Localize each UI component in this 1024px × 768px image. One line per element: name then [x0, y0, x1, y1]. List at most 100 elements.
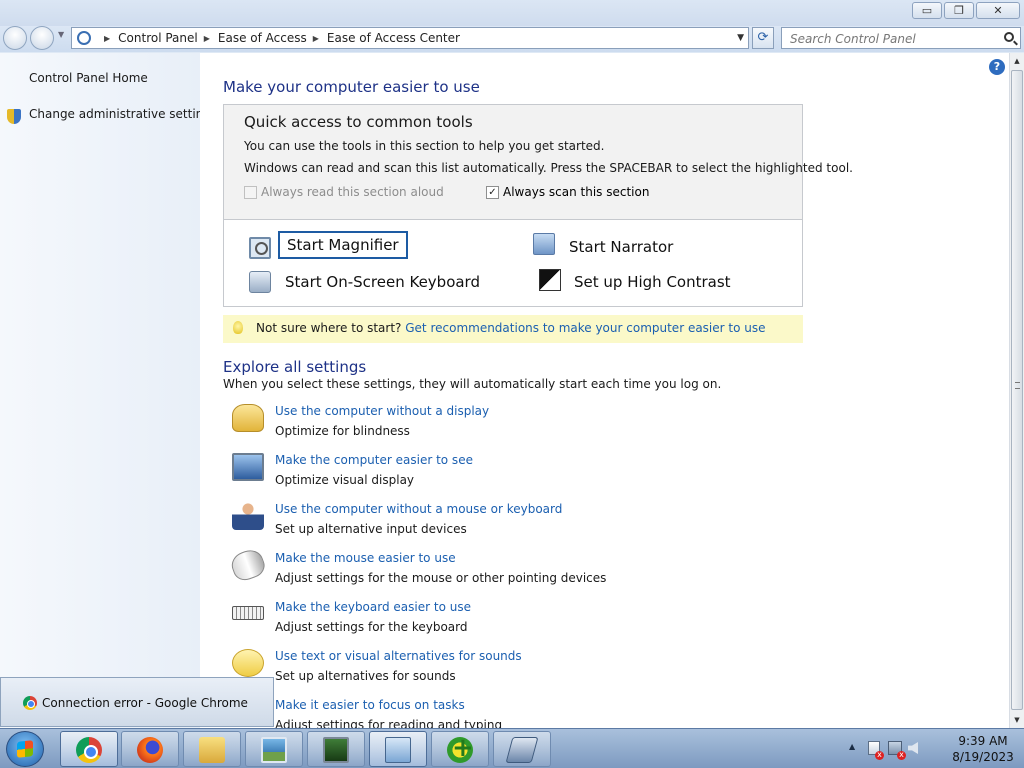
start-magnifier-button[interactable]: Start Magnifier — [278, 231, 408, 259]
setting-item: Use the computer without a mouse or keyb… — [232, 502, 752, 542]
speech-bubble-icon — [232, 649, 264, 677]
quick-access-panel: Quick access to common tools You can use… — [223, 104, 853, 307]
refresh-button[interactable]: ⟳ — [752, 27, 774, 49]
setting-description: Adjust settings for the mouse or other p… — [275, 571, 607, 585]
system-tray: ▲ 9:39 AM 8/19/2023 — [834, 729, 1024, 768]
minimize-button[interactable]: ▭ — [912, 2, 942, 19]
volume-icon[interactable] — [908, 742, 918, 754]
close-button[interactable]: ✕ — [976, 2, 1020, 19]
read-aloud-check-box[interactable] — [244, 185, 257, 199]
setting-link[interactable]: Make the mouse easier to use — [275, 551, 456, 565]
firefox-icon — [137, 737, 163, 763]
search-icon[interactable] — [1004, 32, 1014, 42]
change-admin-settings-link[interactable]: Change administrative settings — [29, 107, 217, 121]
breadcrumb-control-panel[interactable]: Control Panel — [118, 31, 198, 45]
setting-item: Make the keyboard easier to use Adjust s… — [232, 600, 752, 640]
recommendation-text: Not sure where to start? Get recommendat… — [256, 321, 766, 335]
clock[interactable]: 9:39 AM 8/19/2023 — [950, 733, 1016, 765]
taskbar-drive-app-button[interactable] — [493, 731, 551, 767]
breadcrumb-ease-of-access-center[interactable]: Ease of Access Center — [327, 31, 460, 45]
taskbar-thumbnail-popup[interactable]: Connection error - Google Chrome — [0, 677, 274, 727]
display-icon — [232, 404, 264, 432]
action-center-flag-icon[interactable] — [868, 741, 884, 760]
read-aloud-checkbox[interactable]: Always read this section aloud — [244, 185, 444, 199]
explore-settings-description: When you select these settings, they wil… — [223, 377, 722, 391]
read-aloud-label: Always read this section aloud — [261, 185, 444, 199]
search-input[interactable] — [782, 29, 982, 49]
start-button[interactable] — [6, 731, 44, 767]
window-controls: ▭ ❐ ✕ — [912, 2, 1020, 19]
control-panel-home-link[interactable]: Control Panel Home — [29, 71, 148, 85]
address-dropdown-icon[interactable]: ▼ — [737, 33, 744, 43]
lightbulb-icon — [233, 321, 243, 334]
setting-link[interactable]: Make the computer easier to see — [275, 453, 473, 467]
page-title: Make your computer easier to use — [223, 78, 480, 96]
clock-date: 8/19/2023 — [952, 750, 1014, 764]
breadcrumb-separator[interactable]: ▶ — [104, 34, 110, 43]
setting-link[interactable]: Make it easier to focus on tasks — [275, 698, 465, 712]
setting-description: Adjust settings for the keyboard — [275, 620, 468, 634]
popup-window-title[interactable]: Connection error - Google Chrome — [42, 696, 248, 710]
uac-shield-icon — [7, 109, 21, 124]
setting-item: Use the computer without a display Optim… — [232, 404, 752, 444]
network-icon[interactable] — [888, 741, 906, 760]
mouse-icon — [228, 546, 268, 584]
breadcrumb-separator[interactable]: ▶ — [204, 34, 210, 43]
photo-icon — [261, 737, 287, 763]
back-button[interactable] — [3, 26, 27, 50]
taskbar-firefox-button[interactable] — [121, 731, 179, 767]
quick-access-title: Quick access to common tools — [244, 113, 473, 131]
start-narrator-button[interactable]: Start Narrator — [569, 238, 673, 256]
magnifier-icon — [249, 237, 271, 259]
address-bar[interactable]: ▶ Control Panel ▶ Ease of Access ▶ Ease … — [71, 27, 749, 49]
breadcrumb-ease-of-access[interactable]: Ease of Access — [218, 31, 307, 45]
taskbar-system-monitor-button[interactable] — [307, 731, 365, 767]
vertical-scrollbar[interactable]: ▲ ▼ — [1009, 53, 1024, 728]
setting-item: Make it easier to focus on tasks Adjust … — [232, 698, 752, 728]
scan-section-checkbox[interactable]: ✓ Always scan this section — [486, 185, 649, 199]
scroll-grip — [1015, 382, 1020, 389]
control-panel-icon — [77, 31, 91, 45]
chrome-icon — [23, 696, 37, 710]
quick-access-header: Quick access to common tools You can use… — [224, 105, 853, 220]
recommendation-bar: Not sure where to start? Get recommendat… — [223, 315, 803, 343]
setting-link[interactable]: Use the computer without a mouse or keyb… — [275, 502, 562, 516]
breadcrumb: ▶ Control Panel ▶ Ease of Access ▶ Ease … — [98, 31, 460, 45]
setting-description: Optimize for blindness — [275, 424, 410, 438]
setting-link[interactable]: Make the keyboard easier to use — [275, 600, 471, 614]
setting-link[interactable]: Use the computer without a display — [275, 404, 489, 418]
maximize-button[interactable]: ❐ — [944, 2, 974, 19]
setting-description: Optimize visual display — [275, 473, 415, 487]
get-recommendations-link[interactable]: Get recommendations to make your compute… — [405, 321, 765, 335]
recent-pages-dropdown[interactable]: ▼ — [58, 30, 64, 39]
chrome-icon — [76, 737, 102, 763]
scroll-down-arrow[interactable]: ▼ — [1010, 712, 1024, 728]
start-on-screen-keyboard-button[interactable]: Start On-Screen Keyboard — [285, 273, 480, 291]
high-contrast-icon — [539, 269, 561, 291]
search-box[interactable] — [781, 27, 1021, 49]
breadcrumb-separator[interactable]: ▶ — [313, 34, 319, 43]
taskbar-explorer-button[interactable] — [183, 731, 241, 767]
main-content: ? Make your computer easier to use Quick… — [200, 53, 1009, 728]
taskbar-photo-viewer-button[interactable] — [245, 731, 303, 767]
setting-item: Use text or visual alternatives for soun… — [232, 649, 752, 689]
explore-settings-heading: Explore all settings — [223, 358, 367, 376]
scan-section-check-box[interactable]: ✓ — [486, 185, 499, 199]
help-icon[interactable]: ? — [989, 59, 1005, 75]
quick-access-description: You can use the tools in this section to… — [244, 139, 605, 153]
set-up-high-contrast-button[interactable]: Set up High Contrast — [574, 273, 731, 291]
taskbar: ▲ 9:39 AM 8/19/2023 — [0, 728, 1024, 768]
setting-link[interactable]: Use text or visual alternatives for soun… — [275, 649, 522, 663]
clock-time: 9:39 AM — [958, 734, 1008, 748]
scroll-up-arrow[interactable]: ▲ — [1010, 53, 1024, 69]
taskbar-plus-app-button[interactable] — [431, 731, 489, 767]
scroll-thumb[interactable] — [1011, 70, 1023, 710]
title-bar: ▭ ❐ ✕ — [0, 0, 1024, 26]
taskbar-chrome-button[interactable] — [60, 731, 118, 767]
forward-button[interactable] — [30, 26, 54, 50]
left-pane: Control Panel Home Change administrative… — [0, 53, 217, 728]
show-hidden-icons-button[interactable]: ▲ — [849, 742, 855, 751]
taskbar-control-panel-button[interactable] — [369, 731, 427, 767]
keyboard-icon — [232, 606, 264, 620]
on-screen-keyboard-icon — [249, 271, 271, 293]
